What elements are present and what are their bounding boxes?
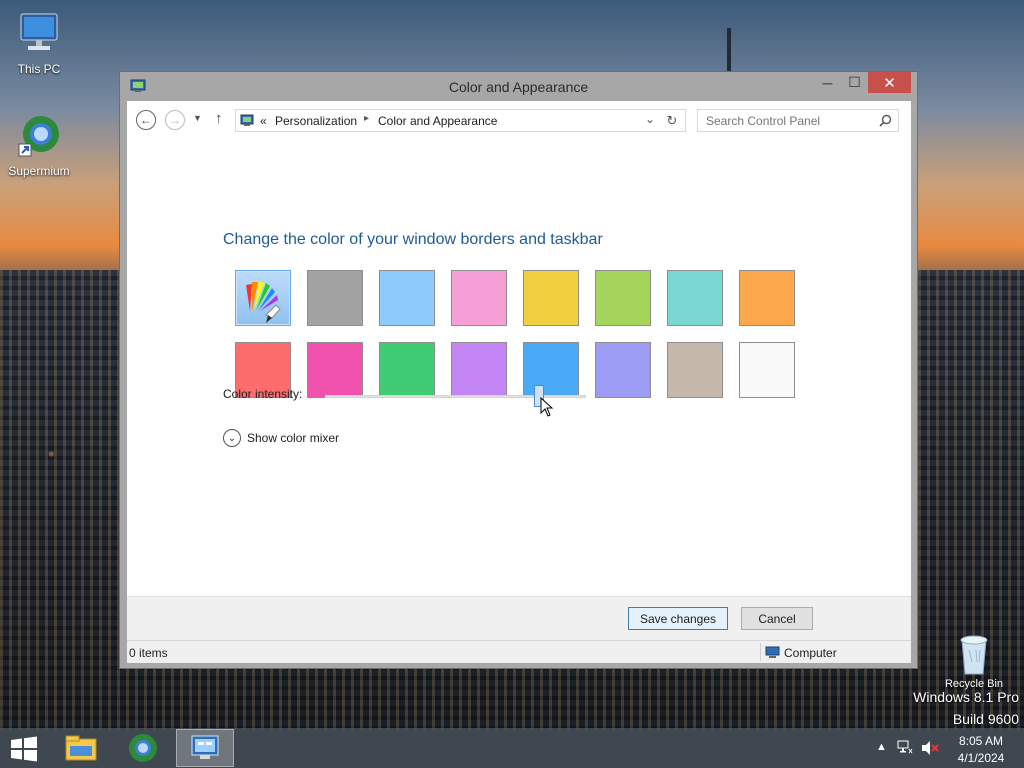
- recent-locations-dropdown[interactable]: ▼: [193, 113, 202, 123]
- color-swatch-green[interactable]: [379, 342, 435, 398]
- start-button[interactable]: [10, 736, 38, 762]
- refresh-icon: ↻: [666, 112, 678, 128]
- this-pc-icon: [15, 12, 63, 58]
- control-panel-icon: [191, 735, 219, 759]
- network-icon[interactable]: [897, 739, 913, 758]
- address-dropdown-icon[interactable]: ⌄: [645, 112, 655, 126]
- dialog-button-strip: Save changes Cancel: [127, 596, 911, 640]
- tray-overflow-button[interactable]: ▲: [876, 741, 887, 753]
- forward-button[interactable]: →: [165, 110, 185, 130]
- window-title: Color and Appearance: [448, 79, 589, 95]
- color-palette-icon: [246, 281, 281, 323]
- search-icon[interactable]: [879, 114, 892, 127]
- color-swatch-teal[interactable]: [667, 270, 723, 326]
- arrow-left-icon: ←: [140, 113, 152, 127]
- color-appearance-window: Color and Appearance ─ ☐ ✕ ← → ▼ ↑ « Per…: [119, 71, 918, 669]
- window-titlebar[interactable]: Color and Appearance ─ ☐ ✕: [120, 72, 917, 101]
- taskbar-clock[interactable]: 8:05 AM 4/1/2024: [955, 733, 1007, 767]
- desktop-icon-recycle-bin[interactable]: Recycle Bin: [936, 632, 1012, 690]
- search-box[interactable]: [697, 109, 899, 132]
- os-watermark: Windows 8.1 Pro Build 9600: [913, 686, 1019, 730]
- desktop-icon-this-pc[interactable]: This PC: [1, 12, 77, 76]
- taskbar: ▲ 8:05 AM 4/1/2024: [0, 728, 1024, 768]
- mouse-cursor-icon: [540, 397, 554, 417]
- color-swatch-periwinkle[interactable]: [595, 342, 651, 398]
- color-swatch-pink[interactable]: [451, 270, 507, 326]
- taskbar-control-panel[interactable]: [176, 729, 234, 767]
- desktop-icon-label: This PC: [17, 62, 61, 76]
- breadcrumb-separator-icon[interactable]: ▸: [364, 113, 369, 124]
- arrow-right-icon: →: [169, 113, 181, 127]
- desktop-icon-label: Supermium: [8, 164, 70, 178]
- back-button[interactable]: ←: [136, 110, 156, 130]
- color-swatch-white[interactable]: [739, 342, 795, 398]
- computer-icon: [765, 646, 780, 659]
- status-divider: [760, 643, 761, 661]
- recycle-bin-icon: [956, 632, 992, 676]
- taskbar-supermium[interactable]: [114, 729, 172, 767]
- watermark-build: Build 9600: [952, 711, 1019, 727]
- breadcrumb-overflow[interactable]: «: [260, 114, 267, 128]
- chevron-down-icon: ▼: [193, 113, 202, 123]
- maximize-button[interactable]: ☐: [841, 72, 868, 93]
- supermium-icon: [129, 734, 157, 762]
- minimize-button[interactable]: ─: [814, 72, 841, 93]
- refresh-button[interactable]: ↻: [659, 109, 686, 132]
- status-location: Computer: [784, 646, 837, 660]
- watermark-edition: Windows 8.1 Pro: [913, 689, 1019, 705]
- taskbar-file-explorer[interactable]: [52, 729, 110, 767]
- search-input[interactable]: [698, 110, 876, 131]
- status-item-count: 0 items: [129, 646, 168, 660]
- color-swatch-yellow[interactable]: [523, 270, 579, 326]
- up-button[interactable]: ↑: [215, 110, 223, 127]
- save-changes-button[interactable]: Save changes: [628, 607, 728, 630]
- chevron-down-circle-icon[interactable]: ⌄: [223, 429, 241, 447]
- color-swatch-lime[interactable]: [595, 270, 651, 326]
- arrow-up-icon: ↑: [215, 110, 223, 127]
- desktop-icon-supermium[interactable]: Supermium: [1, 114, 77, 178]
- color-swatch-orange[interactable]: [739, 270, 795, 326]
- close-button[interactable]: ✕: [868, 72, 911, 93]
- status-bar: 0 items Computer: [127, 640, 911, 663]
- breadcrumb-color-appearance[interactable]: Color and Appearance: [378, 114, 497, 128]
- supermium-icon: [15, 114, 63, 160]
- clock-date: 4/1/2024: [957, 751, 1005, 765]
- color-swatch-gray[interactable]: [307, 270, 363, 326]
- windows-logo-icon: [11, 736, 37, 762]
- control-panel-icon: [240, 114, 254, 127]
- window-client-area: ← → ▼ ↑ « Personalization ▸ Color and Ap…: [127, 101, 911, 663]
- color-swatch-violet[interactable]: [451, 342, 507, 398]
- page-heading: Change the color of your window borders …: [223, 231, 603, 248]
- breadcrumb-personalization[interactable]: Personalization: [275, 114, 357, 128]
- address-bar[interactable]: « Personalization ▸ Color and Appearance…: [235, 109, 686, 132]
- file-explorer-icon: [65, 735, 97, 761]
- color-swatch-taupe[interactable]: [667, 342, 723, 398]
- color-intensity-label: Color intensity:: [223, 387, 303, 401]
- show-color-mixer-label[interactable]: Show color mixer: [247, 431, 339, 445]
- color-swatch-light-blue[interactable]: [379, 270, 435, 326]
- cancel-button[interactable]: Cancel: [741, 607, 813, 630]
- color-swatch-blue[interactable]: [523, 342, 579, 398]
- color-swatch-automatic[interactable]: [235, 270, 291, 326]
- navigation-bar: ← → ▼ ↑ « Personalization ▸ Color and Ap…: [127, 101, 911, 141]
- color-swatch-magenta[interactable]: [307, 342, 363, 398]
- volume-muted-icon[interactable]: [921, 740, 939, 759]
- clock-time: 8:05 AM: [958, 734, 1004, 748]
